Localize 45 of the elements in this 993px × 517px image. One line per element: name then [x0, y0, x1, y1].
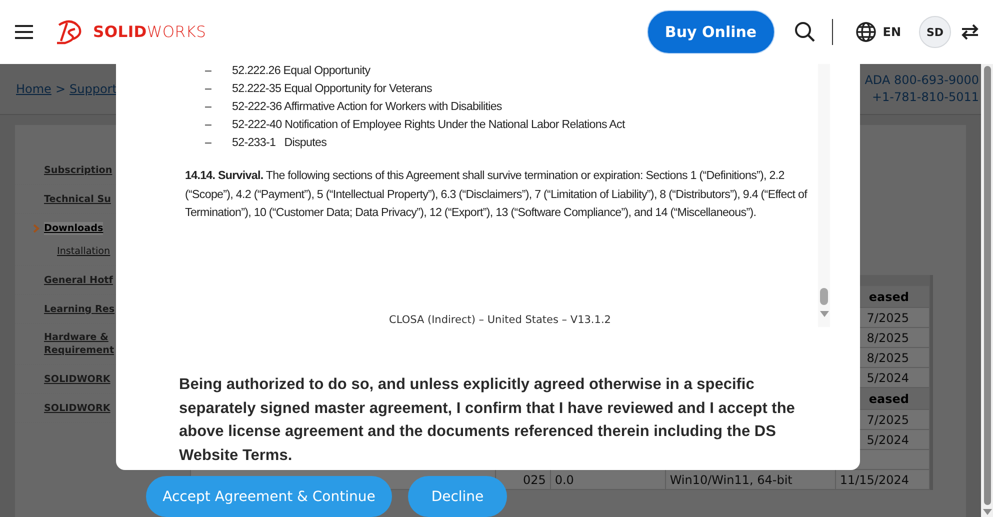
sidebar-link[interactable]: Hardware & Requirement [44, 331, 114, 357]
clause-text: 52.222.26 Equal Opportunity [232, 64, 370, 76]
list-dash: – [204, 64, 212, 76]
brand-name[interactable]: SOLIDWORKS [93, 23, 206, 41]
clause-text: 52.222-35 Equal Opportunity for Veterans [232, 82, 432, 94]
confirmation-text: Being authorized to do so, and unless explicitly agreed otherwise in a specific separately signed master agreement, I confirm that I have reviewed and I accept the above license agreement and the documents referenced therein including the DS Website Terms. [179, 375, 796, 466]
sidebar-link[interactable]: Technical Su [44, 192, 111, 206]
decline-button[interactable]: Decline [408, 476, 507, 517]
avatar[interactable]: SD [919, 16, 951, 48]
list-dash: – [204, 118, 212, 130]
scroll-down-icon[interactable] [982, 509, 992, 515]
scroll-down-icon[interactable] [820, 311, 828, 317]
clause-text: 52-233-1 Disputes [232, 136, 327, 148]
sidebar-link[interactable]: Installation [57, 244, 110, 258]
breadcrumb-separator: > [55, 82, 66, 96]
table-cell: 11/15/2024 [835, 470, 930, 490]
document-footer: CLOSA (Indirect) – United States – V13.1.2 [184, 314, 816, 326]
sidebar-link[interactable]: Learning Res [44, 302, 115, 316]
table-cell: Win10/Win11, 64-bit [665, 470, 836, 490]
globe-icon[interactable] [854, 21, 877, 43]
list-dash: – [204, 100, 212, 112]
search-icon[interactable] [794, 21, 816, 43]
table-cell: 0.0 [550, 470, 666, 490]
sidebar-link[interactable]: Subscription [44, 164, 112, 176]
sidebar-link[interactable]: General Hotf [44, 274, 113, 286]
buy-online-button[interactable]: Buy Online [648, 11, 774, 53]
sidebar-link[interactable]: SOLIDWORK [44, 402, 110, 414]
phone-number: ADA 800-693-9000 [864, 72, 979, 89]
chevron-icon [33, 224, 40, 232]
phone-number: +1-781-810-5011 [872, 89, 979, 106]
list-dash: – [204, 82, 212, 94]
sidebar-link[interactable]: SOLIDWORK [44, 372, 110, 386]
scrollbar-thumb[interactable] [984, 66, 990, 505]
scrollbar-thumb[interactable] [820, 288, 828, 305]
clause-text: 52-222-40 Notification of Employee Rights Under the National Labor Relations Act [232, 118, 625, 130]
clause-text: 52-222-36 Affirmative Action for Workers with Disabilities [232, 100, 502, 112]
menu-icon[interactable] [15, 25, 33, 39]
accept-button[interactable]: Accept Agreement & Continue [146, 476, 392, 517]
breadcrumb-link[interactable]: Home [16, 82, 52, 96]
survival-clause: 14.14. Survival. The following sections of this Agreement shall survive termination or expiration: Sections 1 (“Definitions”), 2.2 (“Scope”), 4.2 (“Payment”), 5 (“Intellectual Property”), 6.3 (“Disclaimers”), 7 (“Limitation of Liability”), 8 (“Distributors”), 9.4 (“Effect of Termination”), 10 (“Customer Data; Data Privacy”), 12 (“Export”), 13 (“Software Compliance”), and 14 (“Miscellaneous”). [185, 168, 808, 221]
language-selector[interactable]: EN [882, 25, 901, 39]
breadcrumb-link[interactable]: Support [70, 82, 117, 96]
swap-icon[interactable] [961, 24, 979, 40]
list-dash: – [204, 136, 212, 148]
sidebar-link[interactable]: Downloads [44, 222, 104, 234]
